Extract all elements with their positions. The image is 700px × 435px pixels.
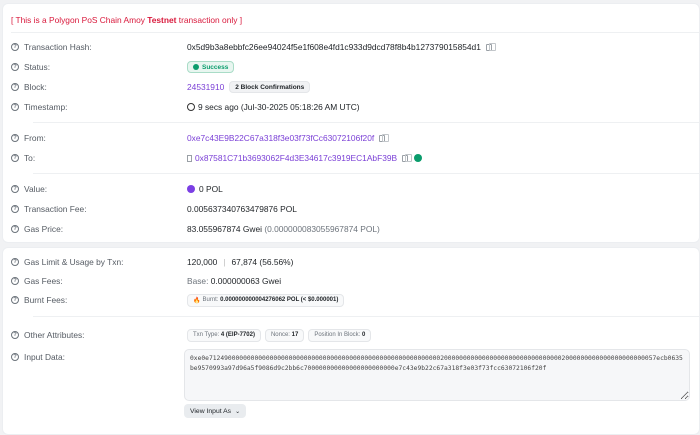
block-link[interactable]: 24531910	[187, 82, 224, 92]
row-value: ? Value: 0 POL	[11, 182, 699, 196]
row-gas-limit: ? Gas Limit & Usage by Txn: 120,000 | 67,87…	[11, 255, 699, 269]
row-transaction-fee: ? Transaction Fee: 0.005637340763479876 P…	[11, 202, 699, 216]
help-icon[interactable]: ?	[11, 134, 19, 142]
transaction-details-card: ? Gas Limit & Usage by Txn: 120,000 | 67,87…	[2, 247, 700, 435]
confirmations-badge: 2 Block Confirmations	[229, 81, 311, 93]
row-status: ? Status: Success	[11, 60, 699, 74]
help-icon[interactable]: ?	[11, 205, 19, 213]
transaction-overview-card: [ This is a Polygon PoS Chain Amoy Testn…	[2, 3, 700, 243]
row-other-attributes: ? Other Attributes: Txn Type: 4 (EIP-7702…	[11, 328, 699, 342]
chevron-down-icon: ⌄	[235, 408, 241, 415]
help-icon[interactable]: ?	[11, 185, 19, 193]
copy-icon[interactable]	[402, 154, 409, 162]
input-data-textarea[interactable]: 0xe0e71249000000000000000000000000000000…	[184, 349, 690, 401]
help-icon[interactable]: ?	[11, 154, 19, 162]
from-address-link[interactable]: 0xe7c43E9B22C67a318f3e03f73fCc63072106f2…	[187, 133, 374, 143]
row-block: ? Block: 24531910 2 Block Confirmations	[11, 80, 699, 94]
testnet-banner: [ This is a Polygon PoS Chain Amoy Testn…	[11, 15, 243, 25]
help-icon[interactable]: ?	[11, 225, 19, 233]
help-icon[interactable]: ?	[11, 296, 19, 304]
help-icon[interactable]: ?	[11, 353, 19, 361]
help-icon[interactable]: ?	[11, 331, 19, 339]
row-burnt-fees: ? Burnt Fees: 🔥 Burnt: 0.00000000000427606…	[11, 293, 699, 307]
help-icon[interactable]: ?	[11, 277, 19, 285]
check-circle-icon	[193, 64, 199, 70]
row-to: ? To: 0x87581C71b3693062F4d3E34617c3919EC…	[11, 151, 699, 165]
burnt-fees-badge: 🔥 Burnt: 0.000000000004276062 POL (< $0.0…	[187, 293, 345, 307]
view-input-as-button[interactable]: View Input As ⌄	[184, 404, 247, 418]
row-gas-price: ? Gas Price: 83.055967874 Gwei (0.0000000…	[11, 222, 699, 236]
help-icon[interactable]: ?	[11, 63, 19, 71]
row-from: ? From: 0xe7c43E9B22C67a318f3e03f73fCc630…	[11, 131, 699, 145]
clock-icon	[187, 103, 195, 111]
transaction-hash: 0x5d9b3a8ebbfc26ee94024f5e1f608e4fd1c933…	[187, 42, 481, 52]
nonce-badge: Nonce: 17	[264, 328, 305, 342]
help-icon[interactable]: ?	[11, 258, 19, 266]
help-icon[interactable]: ?	[11, 103, 19, 111]
polygon-token-icon	[187, 185, 195, 193]
copy-icon[interactable]	[379, 134, 386, 142]
contract-file-icon	[187, 154, 192, 162]
help-icon[interactable]: ?	[11, 83, 19, 91]
status-badge: Success	[187, 61, 235, 73]
fire-icon: 🔥	[193, 297, 201, 304]
to-address-link[interactable]: 0x87581C71b3693062F4d3E34617c3919EC1AbF3…	[195, 153, 397, 163]
txn-type-badge: Txn Type: 4 (EIP-7702)	[187, 328, 261, 342]
copy-icon[interactable]	[485, 43, 492, 51]
position-badge: Position In Block: 0	[308, 328, 372, 342]
verified-check-icon	[414, 154, 423, 162]
row-transaction-hash: ? Transaction Hash: 0x5d9b3a8ebbfc26ee940…	[11, 40, 699, 54]
help-icon[interactable]: ?	[11, 43, 19, 51]
row-timestamp: ? Timestamp: 9 secs ago (Jul-30-2025 05:1…	[11, 100, 699, 114]
row-gas-fees: ? Gas Fees: Base: 0.000000063 Gwei	[11, 274, 699, 288]
